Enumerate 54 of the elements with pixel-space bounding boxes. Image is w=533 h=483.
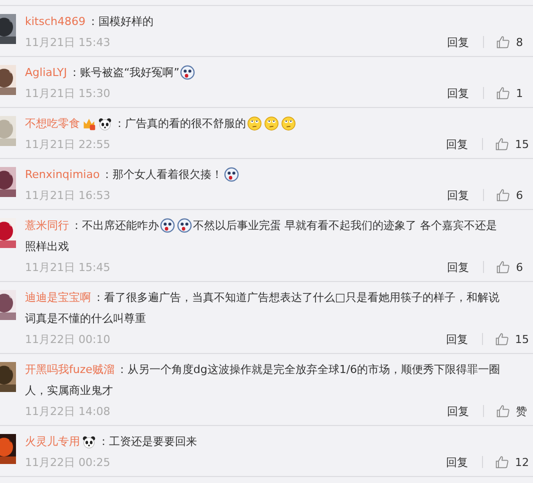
panda-icon xyxy=(98,116,112,130)
like-count: 1 xyxy=(516,86,524,100)
like-count: 8 xyxy=(516,36,524,48)
reply-link[interactable]: 回复 xyxy=(447,404,469,418)
sticker-emoji-icon xyxy=(160,218,175,233)
reply-link[interactable]: 回复 xyxy=(447,188,469,202)
reply-link[interactable]: 回复 xyxy=(447,260,469,274)
smiley-icon xyxy=(281,116,296,131)
thumbs-up-icon[interactable] xyxy=(496,260,510,274)
reply-link[interactable]: 回复 xyxy=(446,454,468,470)
thumbs-up-icon[interactable] xyxy=(496,188,510,202)
comment-text: ：那个女人看着很欠揍！ xyxy=(102,167,223,183)
comment-text: ：看了很多遍广告，当真不知道广告想表达了什么□只是看她用筷子的样子，和解说 xyxy=(93,290,500,306)
timestamp: 11月21日 15:45 xyxy=(25,260,110,274)
thumbs-up-icon[interactable] xyxy=(495,332,509,346)
crown-badge-icon xyxy=(82,116,96,130)
comment-text: ：账号被盗“我好冤啊” xyxy=(69,65,180,81)
panda-icon xyxy=(82,434,96,448)
reply-link[interactable]: 回复 xyxy=(446,136,468,152)
smiley-icon xyxy=(264,116,279,131)
thumbs-up-icon[interactable] xyxy=(496,86,510,100)
timestamp: 11月21日 22:55 xyxy=(25,136,110,152)
comment-text: 照样出戏 xyxy=(25,239,69,255)
timestamp: 11月22日 14:08 xyxy=(25,404,110,418)
reply-link[interactable]: 回复 xyxy=(446,332,468,346)
comment-text: ：国模好样的 xyxy=(87,14,154,30)
sticker-emoji-icon xyxy=(180,65,196,80)
timestamp: 11月22日 00:25 xyxy=(25,454,110,470)
like-count: 赞 xyxy=(516,404,528,418)
comment-text: ：从另一个角度dg这波操作就是完全放弃全球1/6的市场，顺便秀下限得罪一圈 xyxy=(116,362,500,378)
like-count: 6 xyxy=(516,260,524,274)
reply-link[interactable]: 回复 xyxy=(447,34,469,50)
comment-text: 不然以后事业完蛋 早就有看不起我们的迹象了 各个嘉宾不还是 xyxy=(193,218,497,234)
sticker-emoji-icon xyxy=(177,218,192,233)
timestamp: 11月21日 15:43 xyxy=(25,34,110,50)
thumbs-up-icon[interactable] xyxy=(495,455,509,469)
like-count: 15 xyxy=(515,138,529,150)
comment-text: 词真是不懂的什么叫尊重 xyxy=(25,311,146,327)
comment-text: ：工资还是要要回来 xyxy=(98,434,197,450)
sticker-emoji-icon xyxy=(224,167,239,182)
comment-text: ：不出席还能咋办 xyxy=(71,218,159,234)
thumbs-up-icon[interactable] xyxy=(496,404,510,418)
like-count: 12 xyxy=(515,456,529,468)
timestamp: 11月21日 15:30 xyxy=(25,86,110,100)
smiley-icon xyxy=(247,116,262,131)
comment-text: 人，实属商业鬼才 xyxy=(25,383,113,399)
like-count: 6 xyxy=(516,188,524,202)
timestamp: 11月21日 16:53 xyxy=(25,188,110,202)
comment-text: ：广告真的看的很不舒服的 xyxy=(114,116,246,132)
thumbs-up-icon[interactable] xyxy=(496,35,510,49)
reply-link[interactable]: 回复 xyxy=(447,86,469,100)
like-count: 15 xyxy=(515,332,529,346)
thumbs-up-icon[interactable] xyxy=(495,137,509,151)
timestamp: 11月22日 00:10 xyxy=(25,332,110,346)
